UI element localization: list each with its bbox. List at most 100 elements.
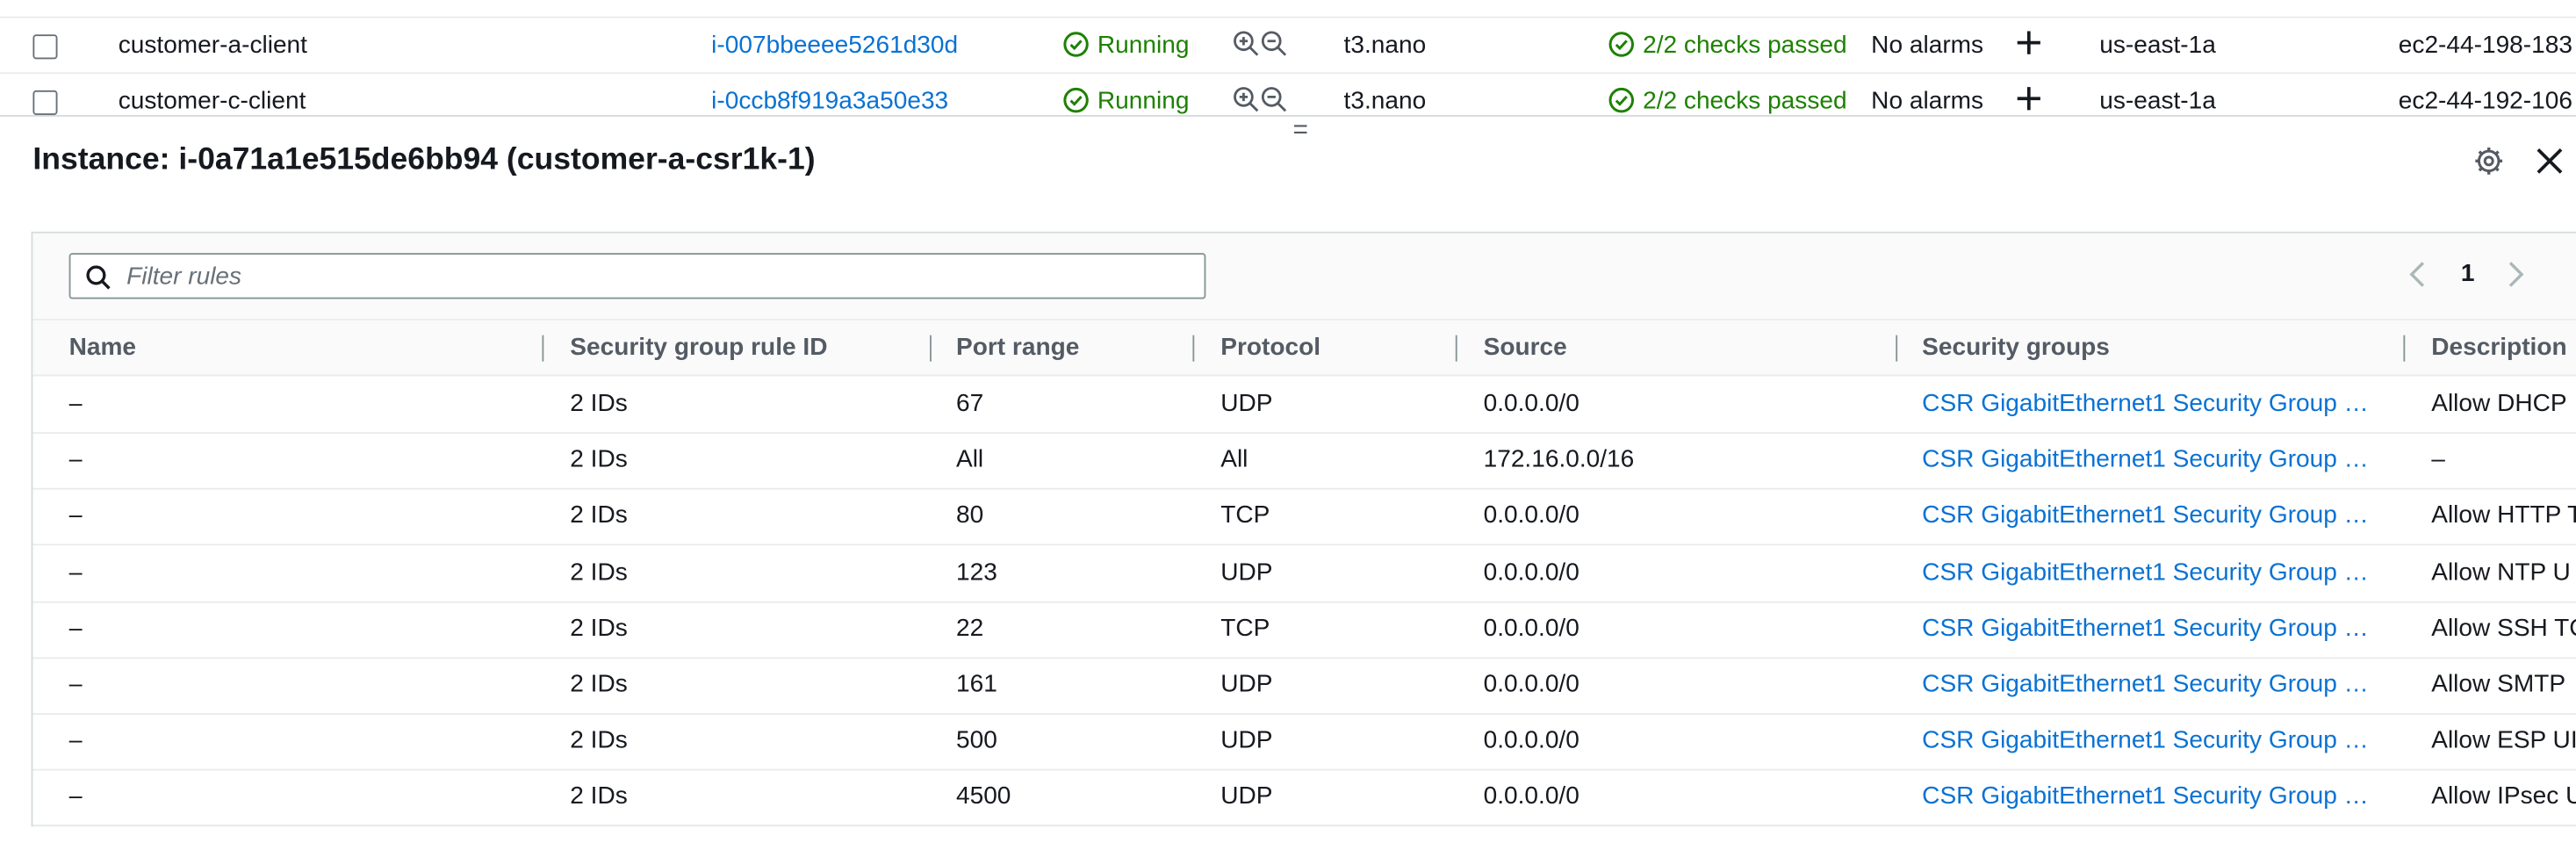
pagination-prev[interactable] [2408, 260, 2428, 292]
check-circle-icon [1063, 87, 1089, 113]
panel-toolbar: 1 [32, 233, 2576, 321]
col-source[interactable]: Source [1484, 321, 1567, 375]
rule-id: 2 IDs [570, 670, 628, 699]
detail-title: Instance: i-0a71a1e515de6bb94 (customer-… [32, 142, 816, 178]
chevron-left-icon [2409, 262, 2425, 287]
rule-description: Allow IPsec U [2431, 782, 2576, 811]
add-alarm-button[interactable] [2014, 18, 2044, 75]
rule-description: Allow HTTP T [2431, 501, 2576, 530]
column-resizer[interactable] [930, 335, 932, 362]
public-dns: ec2-44-198-183 [2398, 31, 2572, 60]
filter-rules-field[interactable] [68, 253, 1206, 299]
rule-port-range: 500 [955, 726, 997, 755]
instance-row[interactable]: customer-c-client i-0ccb8f919a3a50e33 Ru… [0, 74, 2576, 130]
rule-name: – [68, 389, 83, 418]
instance-type: t3.nano [1343, 31, 1427, 60]
column-resizer[interactable] [1192, 335, 1195, 362]
instance-row[interactable]: customer-a-client i-007bbeeee5261d30d Ru… [0, 18, 2576, 75]
rule-name: – [68, 558, 83, 587]
col-description[interactable]: Description [2431, 321, 2566, 375]
rule-security-group-link[interactable]: CSR GigabitEthernet1 Security Group … [1922, 488, 2369, 544]
instance-id-link[interactable]: i-0ccb8f919a3a50e33 [711, 74, 948, 130]
rule-description: – [2431, 445, 2445, 474]
zoom-controls [1232, 18, 1288, 75]
plus-icon [2017, 87, 2040, 111]
col-rule-id[interactable]: Security group rule ID [570, 321, 827, 375]
add-alarm-button[interactable] [2014, 74, 2044, 130]
rule-security-group-link[interactable]: CSR GigabitEthernet1 Security Group … [1922, 601, 2369, 657]
zoom-out-icon[interactable] [1260, 85, 1288, 113]
col-name[interactable]: Name [69, 321, 136, 375]
rule-name: – [68, 782, 83, 811]
rule-port-range: 161 [955, 670, 997, 699]
rule-port-range: All [955, 445, 984, 474]
instance-state: Running [1063, 18, 1189, 75]
rule-source: 0.0.0.0/0 [1483, 501, 1579, 530]
rule-description: Allow SMTP [2431, 670, 2566, 699]
rule-protocol: UDP [1220, 389, 1273, 418]
rule-source: 172.16.0.0/16 [1483, 445, 1635, 474]
instance-name: customer-c-client [118, 87, 306, 115]
check-circle-icon [1608, 32, 1634, 57]
rule-id: 2 IDs [570, 445, 628, 474]
row-checkbox[interactable] [32, 90, 58, 115]
rule-security-group-link[interactable]: CSR GigabitEthernet1 Security Group … [1922, 544, 2369, 601]
check-circle-icon [1063, 32, 1089, 57]
rule-id: 2 IDs [570, 389, 628, 418]
table-row: – 2 IDs 67 UDP 0.0.0.0/0 CSR GigabitEthernet1… [32, 376, 2576, 434]
rule-port-range: 123 [955, 558, 997, 587]
table-row: – 2 IDs 161 UDP 0.0.0.0/0 CSR GigabitEthernet… [32, 657, 2576, 715]
col-port-range[interactable]: Port range [956, 321, 1079, 375]
rule-name: – [68, 501, 83, 530]
rule-source: 0.0.0.0/0 [1483, 782, 1579, 811]
public-dns: ec2-44-192-106 [2398, 87, 2572, 115]
availability-zone: us-east-1a [2099, 31, 2216, 60]
rule-name: – [68, 614, 83, 643]
rule-source: 0.0.0.0/0 [1483, 558, 1579, 587]
rule-security-group-link[interactable]: CSR GigabitEthernet1 Security Group … [1922, 713, 2369, 769]
pagination-next[interactable] [2505, 260, 2524, 292]
rule-protocol: TCP [1220, 614, 1270, 643]
rule-port-range: 67 [955, 389, 984, 418]
split-divider[interactable] [0, 114, 2576, 117]
rule-name: – [68, 445, 83, 474]
rule-protocol: All [1220, 445, 1248, 474]
rule-security-group-link[interactable]: CSR GigabitEthernet1 Security Group … [1922, 657, 2369, 713]
rule-port-range: 4500 [955, 782, 1011, 811]
rule-port-range: 80 [955, 501, 984, 530]
status-check: 2/2 checks passed [1608, 74, 1847, 130]
rule-id: 2 IDs [570, 726, 628, 755]
rule-id: 2 IDs [570, 614, 628, 643]
table-row: – 2 IDs 22 TCP 0.0.0.0/0 CSR GigabitEthernet1… [32, 601, 2576, 659]
resize-handle[interactable]: = [1293, 117, 1308, 147]
row-checkbox[interactable] [32, 34, 58, 60]
zoom-in-icon[interactable] [1232, 85, 1260, 113]
rule-id: 2 IDs [570, 558, 628, 587]
zoom-in-icon[interactable] [1232, 30, 1260, 58]
pagination-page[interactable]: 1 [2461, 260, 2475, 292]
column-resizer[interactable] [1455, 335, 1457, 362]
rule-protocol: UDP [1220, 782, 1273, 811]
rule-security-group-link[interactable]: CSR GigabitEthernet1 Security Group … [1922, 769, 2369, 825]
rule-source: 0.0.0.0/0 [1483, 726, 1579, 755]
col-protocol[interactable]: Protocol [1220, 321, 1320, 375]
gear-icon[interactable] [2472, 145, 2505, 177]
availability-zone: us-east-1a [2099, 87, 2216, 115]
filter-rules-input[interactable] [126, 259, 1178, 293]
col-security-groups[interactable]: Security groups [1922, 321, 2110, 375]
instance-type: t3.nano [1343, 87, 1427, 115]
rule-source: 0.0.0.0/0 [1483, 389, 1579, 418]
rule-security-group-link[interactable]: CSR GigabitEthernet1 Security Group … [1922, 432, 2369, 488]
table-row: – 2 IDs 123 UDP 0.0.0.0/0 CSR GigabitEthernet… [32, 544, 2576, 602]
table-row: – 2 IDs 4500 UDP 0.0.0.0/0 CSR GigabitEtherne… [32, 769, 2576, 827]
column-resizer[interactable] [2403, 335, 2406, 362]
zoom-out-icon[interactable] [1260, 30, 1288, 58]
rule-security-group-link[interactable]: CSR GigabitEthernet1 Security Group … [1922, 376, 2369, 432]
close-icon[interactable] [2533, 145, 2565, 177]
column-resizer[interactable] [542, 335, 544, 362]
rule-description: Allow NTP U [2431, 558, 2571, 587]
rule-name: – [68, 670, 83, 699]
rule-protocol: UDP [1220, 670, 1273, 699]
column-resizer[interactable] [1896, 335, 1898, 362]
instance-id-link[interactable]: i-007bbeeee5261d30d [711, 18, 958, 75]
